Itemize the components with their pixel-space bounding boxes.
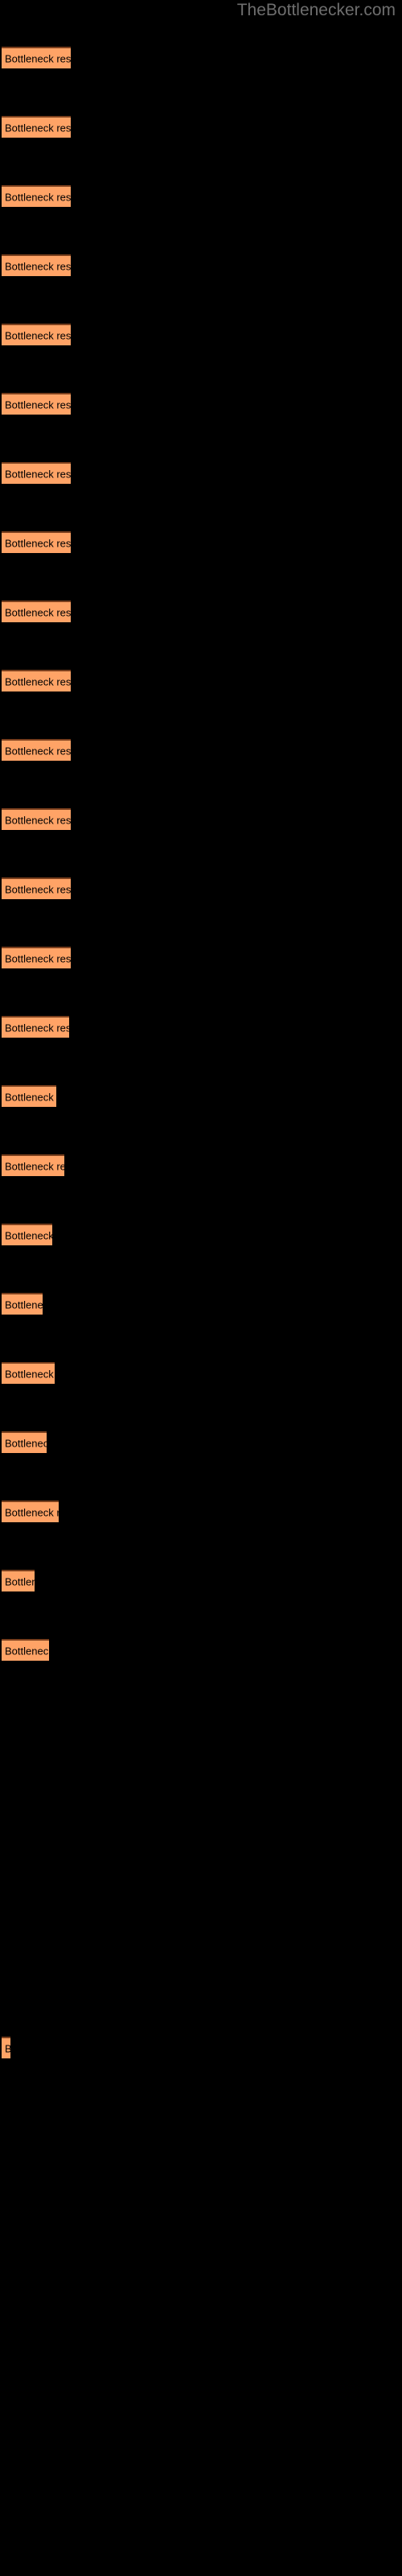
bottleneck-result-bar[interactable]: Bottleneck result [2,1154,64,1176]
bar-label: Bottleneck result [5,1022,69,1034]
bar-label: Bottleneck result [5,537,71,549]
bottleneck-result-bar[interactable]: Bottleneck result [2,393,71,415]
bottleneck-result-bar[interactable]: Bottleneck result [2,601,71,622]
bar-label: Bottleneck result [5,122,71,134]
bar-label: Bottleneck result [5,1229,52,1241]
bar-label: Bottleneck result [5,191,71,203]
bottleneck-result-bar[interactable]: Bottleneck result [2,1016,69,1038]
bottleneck-result-bar[interactable]: Bottleneck result [2,185,71,207]
bar-label: Bottleneck result [5,1506,59,1518]
bar-label: Bottleneck result [5,952,71,964]
bar-label: Bottleneck result [5,606,71,618]
bars-layer: Bottleneck result Bottleneck result Bottle… [0,0,402,2576]
bottleneck-result-bar[interactable]: Bottleneck result [2,2037,10,2058]
bar-label: Bottleneck result [5,1575,35,1587]
bar-label: Bottleneck result [5,1091,56,1103]
bottleneck-result-bar[interactable]: Bottleneck result [2,1362,55,1384]
bar-label: Bottleneck result [5,398,71,411]
bottleneck-result-bar[interactable]: Bottleneck result [2,1639,49,1661]
bottleneck-result-bar[interactable]: Bottleneck result [2,1293,43,1315]
bottleneck-result-bar[interactable]: Bottleneck result [2,877,71,899]
bar-label: Bottleneck result [5,745,71,757]
bottleneck-result-bar[interactable]: Bottleneck result [2,324,71,345]
bottleneck-result-bar[interactable]: Bottleneck result [2,531,71,553]
bottleneck-result-bar[interactable]: Bottleneck result [2,670,71,691]
bottleneck-result-bar[interactable]: Bottleneck result [2,254,71,276]
bar-label: Bottleneck result [5,468,71,480]
bottleneck-result-bar[interactable]: Bottleneck result [2,1570,35,1591]
bar-label: Bottleneck result [5,675,71,687]
bar-label: Bottleneck result [5,1368,55,1380]
bottleneck-result-bar[interactable]: Bottleneck result [2,1431,47,1453]
bar-label: Bottleneck result [5,1437,47,1449]
bar-label: Bottleneck result [5,52,71,64]
bar-label: Bottleneck result [5,1160,64,1172]
bottleneck-result-bar[interactable]: Bottleneck result [2,739,71,761]
bottleneck-result-bar[interactable]: Bottleneck result [2,1224,52,1245]
bottleneck-chart: TheBottlenecker.com Bottleneck resultBot… [0,0,402,2576]
bar-label: Bottleneck result [5,883,71,895]
bottleneck-result-bar[interactable]: Bottleneck result [2,808,71,830]
bar-label: Bottleneck result [5,260,71,272]
bar-label: Bottleneck result [5,814,71,826]
bar-label: Bottleneck result [5,2042,10,2054]
bar-label: Bottleneck result [5,1645,49,1657]
bottleneck-result-bar[interactable]: Bottleneck result [2,1501,59,1522]
bar-label: Bottleneck result [5,1298,43,1311]
bottleneck-result-bar[interactable]: Bottleneck result [2,947,71,968]
bottleneck-result-bar[interactable]: Bottleneck result [2,462,71,484]
bottleneck-result-bar[interactable]: Bottleneck result [2,1085,56,1107]
bar-label: Bottleneck result [5,329,71,341]
bottleneck-result-bar[interactable]: Bottleneck result [2,116,71,138]
bottleneck-result-bar[interactable]: Bottleneck result [2,47,71,68]
